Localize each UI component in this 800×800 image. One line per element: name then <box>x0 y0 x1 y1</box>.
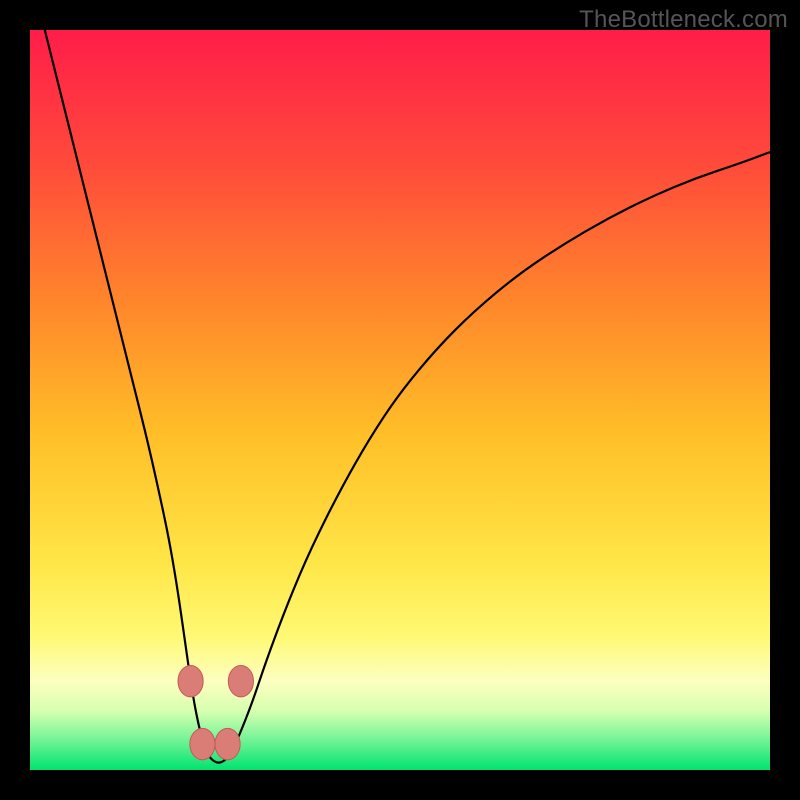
curve-marker <box>178 665 203 696</box>
gradient-background <box>30 30 770 770</box>
curve-marker <box>228 665 253 696</box>
chart-svg <box>30 30 770 770</box>
curve-marker <box>215 728 240 759</box>
app-frame: TheBottleneck.com <box>0 0 800 800</box>
curve-marker <box>190 728 215 759</box>
chart-area <box>30 30 770 770</box>
